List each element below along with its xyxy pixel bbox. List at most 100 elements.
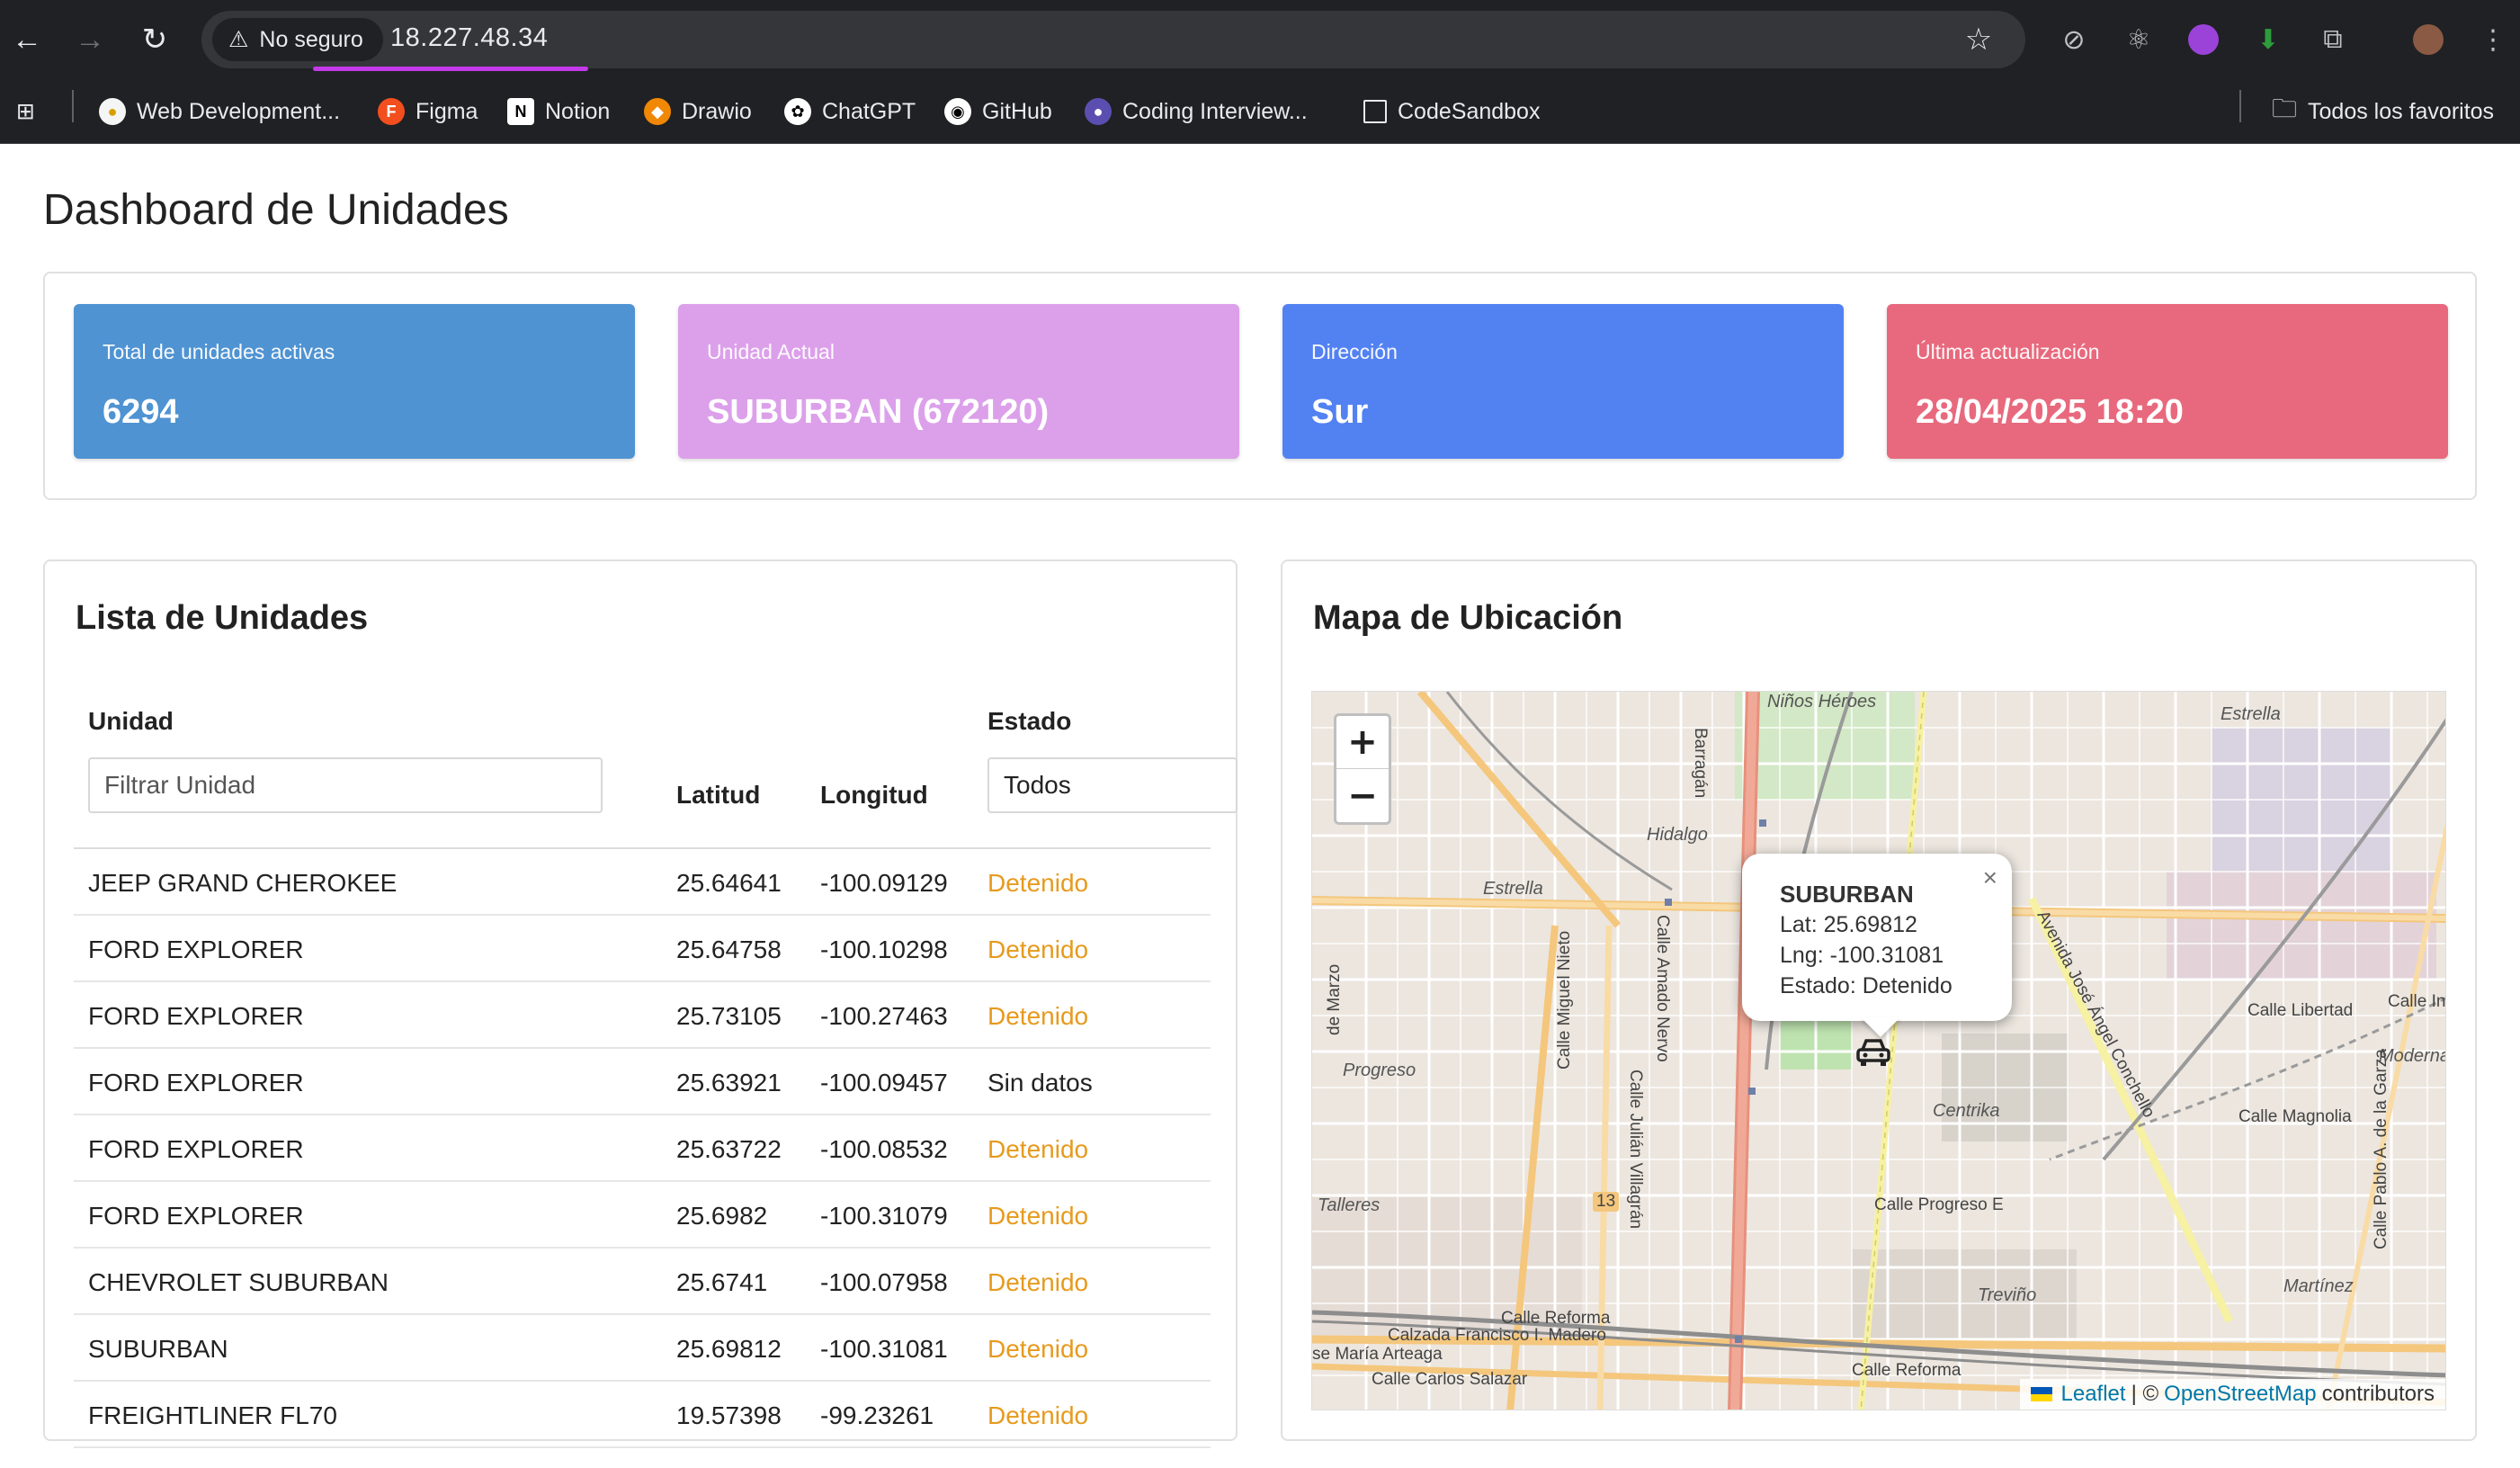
profile-avatar[interactable] — [2407, 18, 2450, 61]
table-row[interactable]: CHEVROLET SUBURBAN 25.6741 -100.07958 Deten… — [74, 1249, 1211, 1315]
map-label: Estrella — [2221, 704, 2281, 724]
ukraine-flag-icon — [2030, 1387, 2052, 1401]
unit-filter-input[interactable] — [88, 757, 603, 813]
cell-longitude: -100.09129 — [820, 869, 948, 897]
car-marker-icon[interactable] — [1855, 1037, 1891, 1073]
cell-longitude: -99.23261 — [820, 1401, 934, 1429]
blocked-extension-icon[interactable]: ⊘ — [2052, 18, 2096, 61]
stat-value: 6294 — [103, 393, 179, 431]
table-row[interactable]: FORD EXPLORER 25.64758 -100.10298 Detenido — [74, 916, 1211, 982]
cell-unit: FORD EXPLORER — [88, 1002, 304, 1030]
table-body: JEEP GRAND CHEROKEE 25.64641 -100.09129 Det… — [74, 849, 1211, 1448]
unit-list-title: Lista de Unidades — [76, 599, 369, 637]
cell-latitude: 25.64758 — [676, 935, 782, 963]
map-panel: Mapa de Ubicación Niños Héroes Estrella … — [1281, 559, 2477, 1441]
browser-toolbar: ← → ↻ ⚠ No seguro 18.227.48.34 ☆ ⊘ ⚛ ⬇ ⧉… — [0, 0, 2520, 79]
table-row[interactable]: SUBURBAN 25.69812 -100.31081 Detenido — [74, 1315, 1211, 1382]
column-header-unit: Unidad — [88, 707, 174, 735]
purple-extension-icon[interactable] — [2182, 18, 2225, 61]
folder-icon: 🗀 — [2272, 94, 2298, 122]
cell-status: Detenido — [987, 1268, 1089, 1296]
table-row[interactable]: FORD EXPLORER 25.63722 -100.08532 Detenido — [74, 1115, 1211, 1182]
bookmark-label: GitHub — [982, 98, 1052, 124]
leaflet-link[interactable]: Leaflet — [2061, 1382, 2126, 1407]
bookmark-figma[interactable]: F Figma — [378, 92, 478, 131]
map-label: Calle Pablo A. de la Garza — [2372, 1049, 2390, 1249]
table-row[interactable]: FORD EXPLORER 25.63921 -100.09457 Sin datos — [74, 1049, 1211, 1115]
status-filter-select[interactable]: Todos — [987, 757, 1238, 813]
map-label: Calle Progreso E — [1874, 1195, 2004, 1214]
stat-value: SUBURBAN (672120) — [707, 393, 1050, 431]
bookmark-notion[interactable]: N Notion — [507, 92, 610, 131]
stat-label: Total de unidades activas — [103, 340, 335, 363]
bookmark-github[interactable]: ◉ GitHub — [944, 92, 1052, 131]
map-label: Barragán — [1691, 728, 1710, 799]
bookmark-drawio[interactable]: ◆ Drawio — [644, 92, 752, 131]
bookmark-star-icon[interactable]: ☆ — [1957, 18, 2000, 61]
back-arrow-icon[interactable]: ← — [5, 18, 49, 61]
cell-status: Detenido — [987, 1002, 1089, 1030]
zoom-out-button[interactable]: − — [1336, 769, 1389, 822]
map-label: de Marzo — [1325, 963, 1344, 1035]
warning-icon: ⚠ — [228, 27, 249, 52]
cell-latitude: 25.73105 — [676, 1002, 782, 1030]
cell-status: Detenido — [987, 1335, 1089, 1363]
cell-longitude: -100.07958 — [820, 1268, 948, 1296]
bookmark-label: Drawio — [682, 98, 752, 124]
table-row[interactable]: FORD EXPLORER 25.73105 -100.27463 Detenido — [74, 982, 1211, 1049]
map-label: Calle Magnolia — [2239, 1107, 2352, 1126]
web-dev-icon: ● — [99, 98, 126, 125]
bookmark-web-development[interactable]: ● Web Development... — [99, 92, 340, 131]
stats-panel: Total de unidades activas 6294 Unidad Ac… — [43, 272, 2477, 500]
cell-latitude: 19.57398 — [676, 1401, 782, 1429]
stat-card-total: Total de unidades activas 6294 — [74, 304, 635, 459]
status-filter-value: Todos — [1004, 771, 1071, 799]
reload-icon[interactable]: ↻ — [133, 18, 176, 61]
stat-label: Última actualización — [1916, 340, 2100, 363]
drawio-icon: ◆ — [644, 98, 671, 125]
map-label: Calle Indep — [2388, 992, 2446, 1011]
apps-grid-icon[interactable]: ⊞ — [16, 92, 35, 131]
react-devtools-icon[interactable]: ⚛ — [2117, 18, 2160, 61]
forward-arrow-icon[interactable]: → — [68, 18, 112, 61]
address-bar[interactable]: ⚠ No seguro 18.227.48.34 ☆ — [201, 11, 2025, 71]
all-bookmarks-folder[interactable]: 🗀 Todos los favoritos — [2272, 92, 2494, 131]
cell-unit: FORD EXPLORER — [88, 1069, 304, 1097]
bookmarks-divider — [72, 90, 74, 122]
column-header-longitude: Longitud — [820, 781, 928, 809]
zoom-in-button[interactable]: + — [1336, 716, 1389, 769]
popup-title: SUBURBAN — [1780, 881, 1914, 908]
cell-status: Detenido — [987, 1202, 1089, 1230]
stat-value: Sur — [1311, 393, 1369, 431]
cell-unit: FORD EXPLORER — [88, 1135, 304, 1163]
bookmark-coding-interview[interactable]: ● Coding Interview... — [1085, 92, 1308, 131]
security-chip[interactable]: ⚠ No seguro — [212, 18, 383, 61]
popup-longitude: Lng: -100.31081 — [1780, 943, 1944, 968]
popup-close-icon[interactable]: × — [1983, 863, 1997, 893]
cell-latitude: 25.69812 — [676, 1335, 782, 1363]
openstreetmap-link[interactable]: OpenStreetMap — [2164, 1382, 2316, 1407]
table-row[interactable]: FREIGHTLINER FL70 19.57398 -99.23261 Deteni… — [74, 1382, 1211, 1448]
table-row[interactable]: FORD EXPLORER 25.6982 -100.31079 Detenido — [74, 1182, 1211, 1249]
bookmark-chatgpt[interactable]: ✿ ChatGPT — [784, 92, 916, 131]
cell-unit: FORD EXPLORER — [88, 935, 304, 963]
stat-label: Dirección — [1311, 340, 1398, 363]
map-label: se María Arteaga — [1312, 1345, 1443, 1364]
unit-table: Unidad Latitud Longitud Estado Todos JEE… — [74, 696, 1238, 1448]
extensions-puzzle-icon[interactable]: ⧉ — [2311, 18, 2355, 61]
url-text[interactable]: 18.227.48.34 — [390, 23, 548, 53]
table-header: Unidad Latitud Longitud Estado Todos — [74, 696, 1238, 849]
bookmark-label: Coding Interview... — [1122, 98, 1308, 124]
popup-tip — [1861, 1017, 1900, 1037]
download-extension-icon[interactable]: ⬇ — [2247, 18, 2290, 61]
cell-longitude: -100.08532 — [820, 1135, 948, 1163]
table-row[interactable]: JEEP GRAND CHEROKEE 25.64641 -100.09129 Det… — [74, 849, 1211, 916]
location-map[interactable]: Niños Héroes Estrella Hidalgo Estrella B… — [1311, 691, 2446, 1410]
map-label: Calle Reforma — [1852, 1361, 1961, 1380]
map-label: Calzada Francisco I. Madero — [1388, 1326, 1606, 1345]
bookmark-codesandbox[interactable]: CodeSandbox — [1363, 92, 1540, 131]
browser-menu-icon[interactable]: ⋮ — [2471, 18, 2515, 61]
security-label: No seguro — [259, 26, 363, 52]
stat-value: 28/04/2025 18:20 — [1916, 393, 2184, 431]
cell-latitude: 25.63921 — [676, 1069, 782, 1097]
